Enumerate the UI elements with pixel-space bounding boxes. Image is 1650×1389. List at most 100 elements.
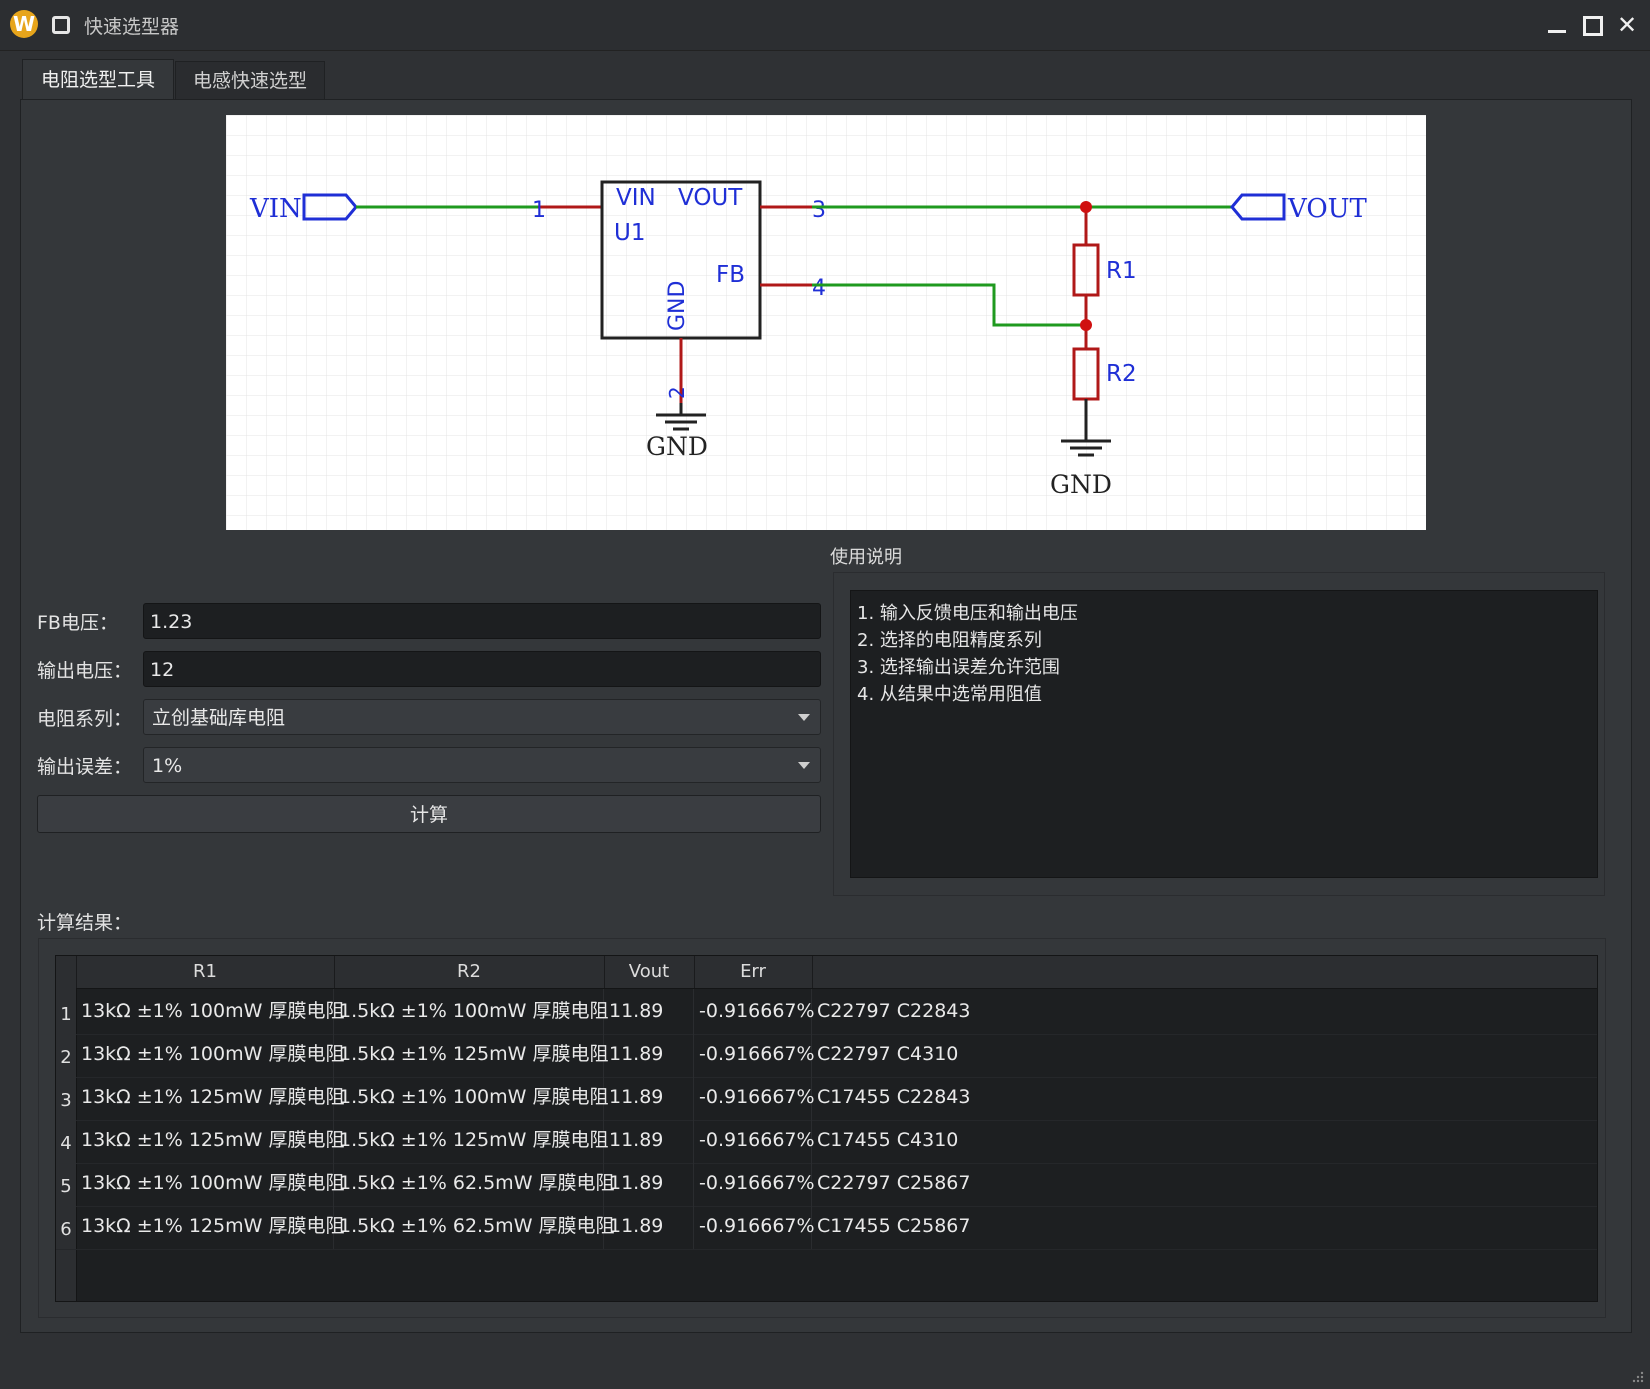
table-cell-vout[interactable]: 11.89 [604,1118,694,1163]
maximize-button[interactable] [1578,10,1608,40]
row-number[interactable]: 1 [56,989,76,1034]
table-cell-vout[interactable]: 11.89 [604,1161,694,1206]
table-cell-r1[interactable]: 13kΩ ±1% 125mW 厚膜电阻 [76,1204,344,1249]
table-cell-r2[interactable]: 1.5kΩ ±1% 62.5mW 厚膜电阻 [334,1204,615,1249]
table-cell-codes[interactable]: C22797 C4310 [812,1032,1597,1077]
table-cell-vout[interactable]: 11.89 [604,989,694,1034]
row-number[interactable]: 5 [56,1161,76,1206]
r2-label: R2 [1106,361,1137,387]
pin-2-label: 2 [665,386,689,399]
table-cell-r1[interactable]: 13kΩ ±1% 100mW 厚膜电阻 [76,989,344,1034]
row-number[interactable]: 2 [56,1032,76,1077]
table-row[interactable]: 2 13kΩ ±1% 100mW 厚膜电阻 1.5kΩ ±1% 125mW 厚膜电阻… [56,1032,1597,1078]
calculate-button[interactable]: 计算 [37,795,821,833]
u1-gnd-pin-label: GND [665,281,690,331]
pin-4-label: 4 [812,276,826,301]
table-cell-err[interactable]: -0.916667% [694,1204,815,1249]
table-cell-err[interactable]: -0.916667% [694,1118,815,1163]
tab-resistor-tool[interactable]: 电阻选型工具 [22,59,174,102]
chevron-down-icon [798,762,810,769]
u1-vout-pin-label: VOUT [678,185,743,211]
table-cell-err[interactable]: -0.916667% [694,1032,815,1077]
close-button[interactable]: ✕ [1612,10,1642,40]
table-cell-codes[interactable]: C17455 C25867 [812,1204,1597,1249]
close-icon: ✕ [1616,11,1638,39]
column-header-r1[interactable]: R1 [76,956,335,988]
help-line: 3. 选择输出误差允许范围 [857,657,1060,678]
table-cell-codes[interactable]: C17455 C4310 [812,1118,1597,1163]
pin-3-label: 3 [812,198,826,223]
table-cell-vout[interactable]: 11.89 [604,1032,694,1077]
junction-vout [1080,201,1092,213]
output-error-value: 1% [152,755,183,777]
table-cell-r2[interactable]: 1.5kΩ ±1% 62.5mW 厚膜电阻 [334,1161,615,1206]
table-header: R1 R2 Vout Err [56,956,1597,989]
resize-grip-icon[interactable] [1630,1369,1644,1383]
title-bar[interactable]: W 快速选型器 ✕ [0,0,1650,51]
table-row[interactable]: 5 13kΩ ±1% 100mW 厚膜电阻 1.5kΩ ±1% 62.5mW 厚膜电… [56,1161,1597,1207]
resistor-series-select[interactable]: 立创基础库电阻 [143,699,821,735]
results-title: 计算结果： [37,912,133,934]
table-cell-r1[interactable]: 13kΩ ±1% 125mW 厚膜电阻 [76,1118,344,1163]
table-cell-r1[interactable]: 13kΩ ±1% 100mW 厚膜电阻 [76,1032,344,1077]
table-cell-r2[interactable]: 1.5kΩ ±1% 125mW 厚膜电阻 [334,1118,608,1163]
table-row[interactable]: 6 13kΩ ±1% 125mW 厚膜电阻 1.5kΩ ±1% 62.5mW 厚膜电… [56,1204,1597,1250]
vin-label: VIN [249,194,302,224]
help-line: 2. 选择的电阻精度系列 [857,630,1042,651]
table-cell-r2[interactable]: 1.5kΩ ±1% 125mW 厚膜电阻 [334,1032,608,1077]
output-voltage-label: 输出电压： [37,660,133,682]
table-row[interactable]: 4 13kΩ ±1% 125mW 厚膜电阻 1.5kΩ ±1% 125mW 厚膜电阻… [56,1118,1597,1164]
table-cell-codes[interactable]: C22797 C22843 [812,989,1597,1034]
table-cell-r2[interactable]: 1.5kΩ ±1% 100mW 厚膜电阻 [334,989,608,1034]
table-cell-vout[interactable]: 11.89 [604,1204,694,1249]
r1-label: R1 [1106,258,1137,284]
table-cell-r1[interactable]: 13kΩ ±1% 125mW 厚膜电阻 [76,1075,344,1120]
minimize-button[interactable] [1542,10,1572,40]
table-cell-r1[interactable]: 13kΩ ±1% 100mW 厚膜电阻 [76,1161,344,1206]
table-row[interactable]: 1 13kΩ ±1% 100mW 厚膜电阻 1.5kΩ ±1% 100mW 厚膜电阻… [56,989,1597,1035]
schematic-grid [226,115,1426,530]
row-number[interactable]: 4 [56,1118,76,1163]
schematic-diagram: VIN 1 VIN VOUT U1 FB GND 3 VOUT 4 R1 R2 … [226,115,1426,530]
header-corner[interactable] [56,956,77,988]
vout-label: VOUT [1287,194,1368,224]
row-number[interactable]: 6 [56,1204,76,1249]
u1-name: U1 [614,220,645,246]
table-cell-err[interactable]: -0.916667% [694,1075,815,1120]
junction-fb [1080,319,1092,331]
app-logo-icon: W [10,10,38,38]
resistor-series-label: 电阻系列： [37,708,133,730]
tab-inductor-tool[interactable]: 电感快速选型 [175,61,325,100]
table-cell-err[interactable]: -0.916667% [694,1161,815,1206]
output-error-label: 输出误差： [37,756,133,778]
fb-voltage-input[interactable]: 1.23 [143,603,821,639]
column-header-err[interactable]: Err [694,956,813,988]
output-error-select[interactable]: 1% [143,747,821,783]
table-cell-vout[interactable]: 11.89 [604,1075,694,1120]
column-header-codes[interactable] [812,956,1597,988]
help-title: 使用说明 [830,547,902,568]
table-cell-err[interactable]: -0.916667% [694,989,815,1034]
table-cell-codes[interactable]: C17455 C22843 [812,1075,1597,1120]
u1-vin-pin-label: VIN [616,185,656,211]
help-text-box[interactable]: 1. 输入反馈电压和输出电压 2. 选择的电阻精度系列 3. 选择输出误差允许范… [850,590,1598,878]
window-title: 快速选型器 [84,16,180,38]
resistor-series-value: 立创基础库电阻 [152,707,286,729]
results-table[interactable]: R1 R2 Vout Err 1 13kΩ ±1% 100mW 厚膜电阻 1.5kΩ… [55,955,1598,1302]
help-line: 4. 从结果中选常用阻值 [857,684,1042,705]
table-cell-r2[interactable]: 1.5kΩ ±1% 100mW 厚膜电阻 [334,1075,608,1120]
row-number[interactable]: 3 [56,1075,76,1120]
chevron-down-icon [798,714,810,721]
gnd-r2-label: GND [1050,470,1112,499]
u1-fb-pin-label: FB [716,262,745,288]
table-row[interactable]: 3 13kΩ ±1% 125mW 厚膜电阻 1.5kΩ ±1% 100mW 厚膜电阻… [56,1075,1597,1121]
pin-1-label: 1 [532,198,546,223]
fb-voltage-label: FB电压： [37,612,118,634]
app-window: W 快速选型器 ✕ 电阻选型工具 电感快速选型 VIN 1 VIN VOUT U… [0,0,1650,1389]
minimize-icon [1548,30,1566,33]
column-header-vout[interactable]: Vout [604,956,695,988]
output-voltage-input[interactable]: 12 [143,651,821,687]
help-line: 1. 输入反馈电压和输出电压 [857,603,1078,624]
column-header-r2[interactable]: R2 [334,956,605,988]
table-cell-codes[interactable]: C22797 C25867 [812,1161,1597,1206]
